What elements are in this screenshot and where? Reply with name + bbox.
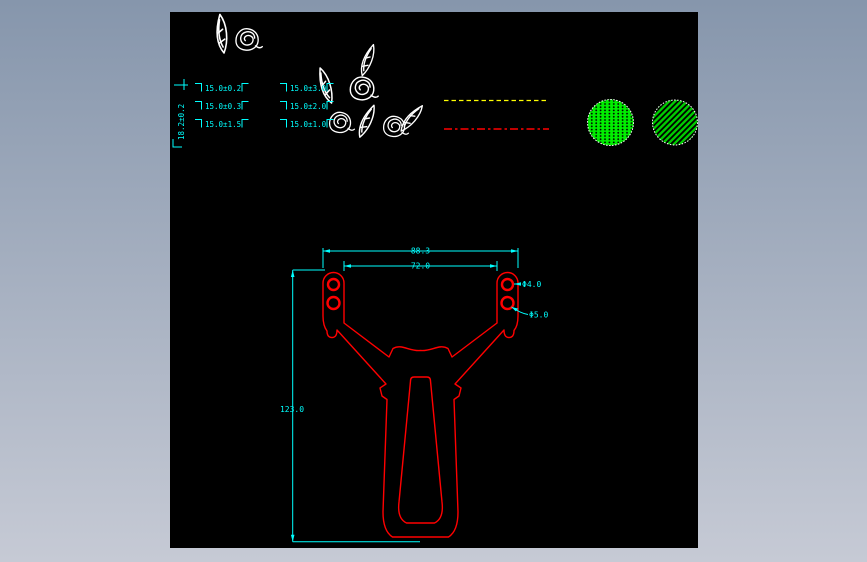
tolerance-entry[interactable]: 15.0±0.2 xyxy=(205,84,241,93)
tolerance-entry[interactable]: 15.0±0.3 xyxy=(205,102,241,111)
drawing-canvas[interactable] xyxy=(170,12,698,548)
tolerance-entry[interactable]: 15.0±1.0 xyxy=(290,120,327,129)
dimension-value[interactable]: Φ4.0 xyxy=(522,280,541,289)
hatch-sample-dotted-circle[interactable] xyxy=(587,99,634,146)
cad-viewer-window: 18.2±0.2 15.0±0.2 15.0±3.0 15.0±0.3 15.0… xyxy=(170,12,698,548)
tolerance-entry[interactable]: 15.0±1.5 xyxy=(205,120,241,129)
dimension-value[interactable]: 123.0 xyxy=(280,405,304,414)
dimension-value[interactable]: Φ5.0 xyxy=(529,311,548,320)
tolerance-vertical-label[interactable]: 18.2±0.2 xyxy=(177,104,186,140)
tolerance-entry[interactable]: 15.0±3.0 xyxy=(290,84,327,93)
tolerance-entry[interactable]: 15.0±2.0 xyxy=(290,102,327,111)
dimension-value[interactable]: 72.0 xyxy=(411,262,430,271)
hatch-sample-diagonal-circle[interactable] xyxy=(652,99,698,146)
dimension-value[interactable]: 88.3 xyxy=(411,247,430,256)
